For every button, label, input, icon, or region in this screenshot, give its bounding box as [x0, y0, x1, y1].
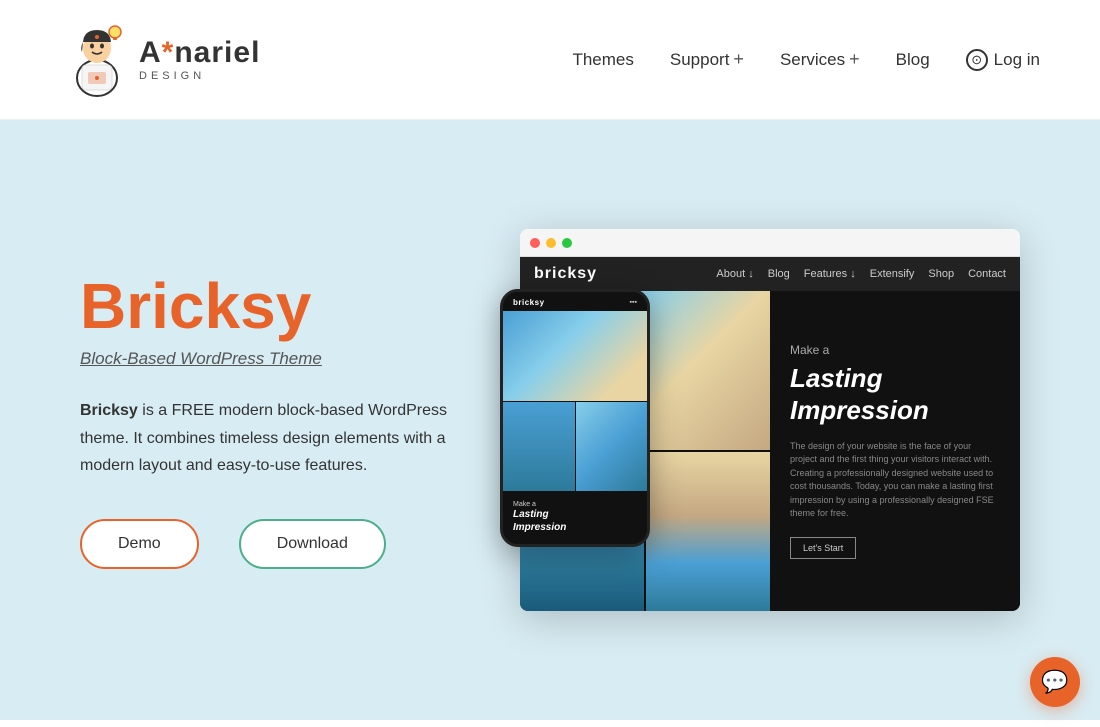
site-header: A*nariel DESIGN Themes Support + Service…: [0, 0, 1100, 120]
mobile-beach-image: [503, 311, 647, 401]
theme-brand-label: bricksy: [534, 265, 597, 283]
theme-nav-extensify: Extensify: [870, 268, 915, 280]
browser-top-bar: [520, 229, 1020, 257]
browser-close-dot: [530, 238, 540, 248]
nav-item-blog[interactable]: Blog: [896, 50, 930, 70]
theme-hero-text-panel: Make a Lasting Impression The design of …: [770, 291, 1020, 611]
desktop-cta-button[interactable]: Let's Start: [790, 537, 856, 559]
hero-description: Bricksy is a FREE modern block-based Wor…: [80, 397, 480, 479]
services-plus-icon: +: [849, 49, 860, 70]
browser-maximize-dot: [562, 238, 572, 248]
logo-character-icon: [60, 20, 135, 100]
hero-section: Bricksy Block-Based WordPress Theme Bric…: [0, 120, 1100, 720]
download-button[interactable]: Download: [239, 519, 386, 569]
desktop-tagline: Lasting Impression: [790, 363, 1000, 425]
mobile-mockup: bricksy ▪▪▪ Make a Lasting Impression: [500, 289, 650, 547]
logo[interactable]: A*nariel DESIGN: [60, 20, 260, 100]
hero-title: Bricksy: [80, 271, 480, 341]
logo-name: A*nariel: [139, 38, 260, 68]
mobile-pier-image: [576, 402, 648, 492]
mobile-brand-label: bricksy: [513, 298, 545, 307]
theme-nav-blog: Blog: [768, 268, 790, 280]
demo-button[interactable]: Demo: [80, 519, 199, 569]
nav-item-themes[interactable]: Themes: [572, 50, 633, 70]
hero-text-content: Bricksy Block-Based WordPress Theme Bric…: [80, 271, 480, 569]
user-account-icon: ⊙: [966, 49, 988, 71]
theme-preview: bricksy About ↓ Blog Features ↓ Extensif…: [520, 229, 1020, 611]
hero-subtitle: Block-Based WordPress Theme: [80, 349, 480, 369]
support-plus-icon: +: [733, 49, 744, 70]
main-nav: Themes Support + Services + Blog ⊙ Log i…: [572, 49, 1040, 71]
nav-item-support[interactable]: Support +: [670, 49, 744, 70]
theme-nav-links: About ↓ Blog Features ↓ Extensify Shop C…: [716, 268, 1006, 280]
desktop-body-text: The design of your website is the face o…: [790, 440, 1000, 521]
mobile-status-bar: bricksy ▪▪▪: [503, 292, 647, 311]
pier-image: [646, 452, 770, 611]
mobile-status-icons: ▪▪▪: [630, 299, 637, 306]
nav-item-services[interactable]: Services +: [780, 49, 860, 70]
chat-bubble-button[interactable]: 💬: [1030, 657, 1080, 707]
browser-minimize-dot: [546, 238, 556, 248]
mobile-tagline: Lasting Impression: [513, 508, 637, 534]
chat-icon: 💬: [1041, 669, 1068, 695]
mobile-make-label: Make a: [513, 501, 637, 508]
mobile-image-area: [503, 311, 647, 491]
logo-text: A*nariel DESIGN: [139, 38, 260, 82]
mobile-resort-image: [503, 402, 575, 492]
desktop-make-label: Make a: [790, 343, 1000, 357]
theme-nav-shop: Shop: [928, 268, 954, 280]
theme-nav-features: Features ↓: [804, 268, 856, 280]
theme-navbar: bricksy About ↓ Blog Features ↓ Extensif…: [520, 257, 1020, 291]
login-button[interactable]: ⊙ Log in: [966, 49, 1040, 71]
mobile-bottom-images: [503, 402, 647, 492]
mobile-caption: Make a Lasting Impression: [503, 491, 647, 544]
theme-nav-contact: Contact: [968, 268, 1006, 280]
hero-buttons: Demo Download: [80, 519, 480, 569]
logo-tagline: DESIGN: [139, 70, 260, 82]
theme-nav-about: About ↓: [716, 268, 753, 280]
